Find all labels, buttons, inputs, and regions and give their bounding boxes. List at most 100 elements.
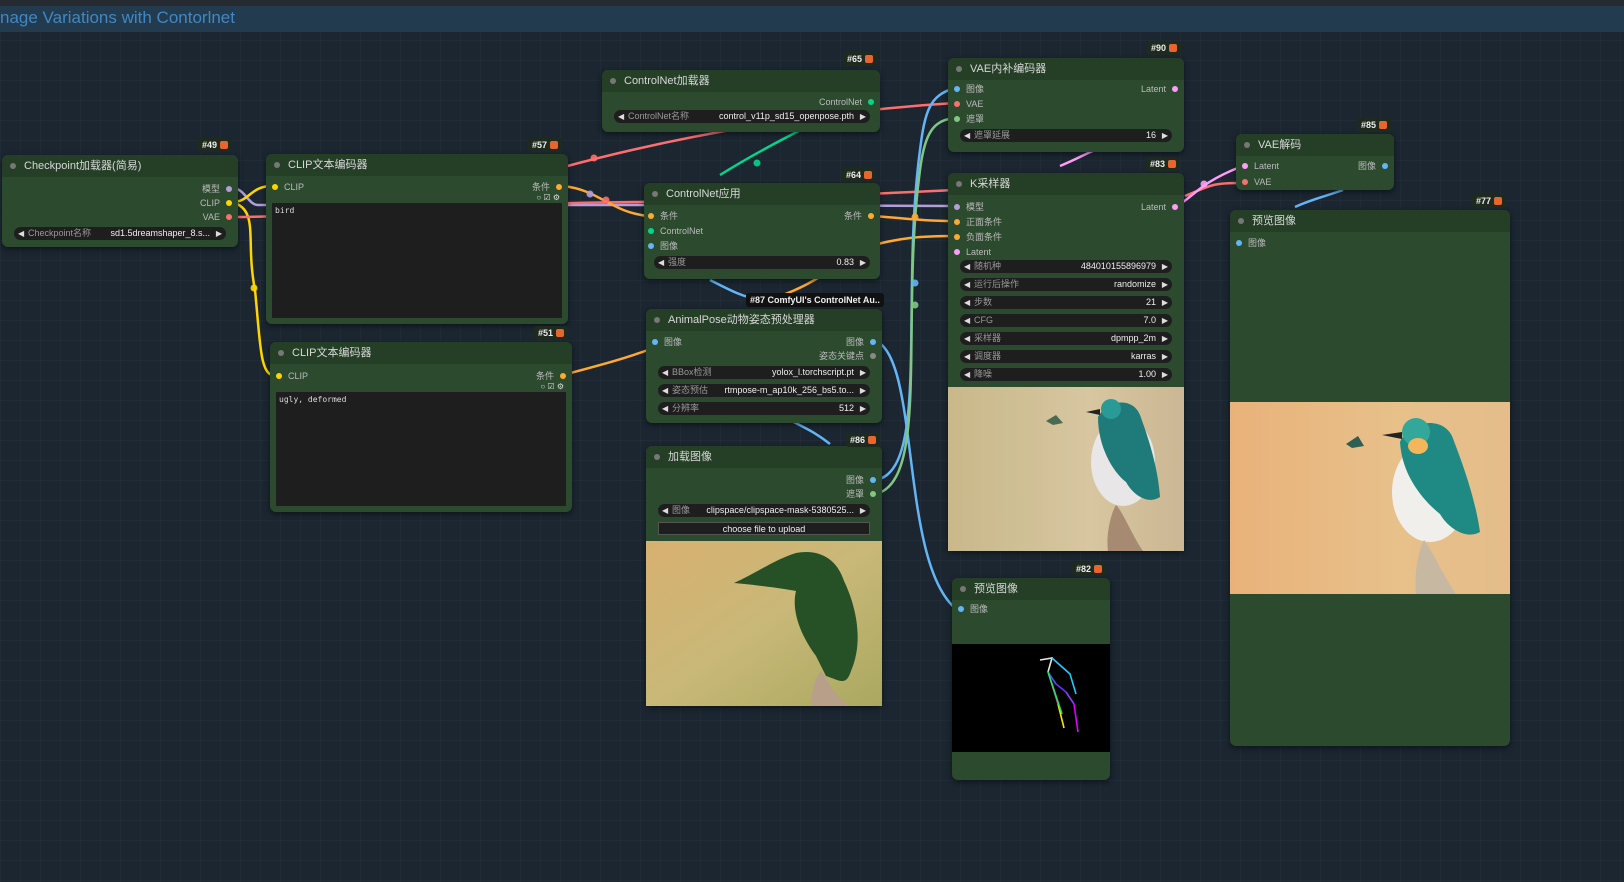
arrow-right-icon[interactable]: ▶ xyxy=(860,384,866,397)
collapse-dot-icon[interactable] xyxy=(10,163,16,169)
output-dot[interactable] xyxy=(1172,86,1178,92)
output-dot[interactable] xyxy=(226,186,232,192)
input-dot[interactable] xyxy=(1236,240,1242,246)
arrow-left-icon[interactable]: ◀ xyxy=(662,504,668,517)
load-image-node[interactable]: 加载图像 图像 遮罩 ◀ 图像 clipspace/clipspace-mask… xyxy=(646,446,882,706)
controlnet-name-combo[interactable]: ◀ ControlNet名称 control_v11p_sd15_openpos… xyxy=(614,110,870,123)
node-title[interactable]: K采样器 xyxy=(948,173,1184,195)
collapse-dot-icon[interactable] xyxy=(278,350,284,356)
arrow-right-icon[interactable]: ▶ xyxy=(1162,296,1168,309)
input-positive[interactable]: 正面条件 xyxy=(954,216,1002,228)
output-dot[interactable] xyxy=(560,373,566,379)
arrow-left-icon[interactable]: ◀ xyxy=(658,256,664,269)
output-dot[interactable] xyxy=(870,353,876,359)
checkpoint-loader-node[interactable]: Checkpoint加载器(简易) 模型 CLIP VAE ◀ Checkpoi… xyxy=(2,155,238,247)
output-clip[interactable]: CLIP xyxy=(200,197,232,209)
arrow-left-icon[interactable]: ◀ xyxy=(618,110,624,123)
output-conditioning[interactable]: 条件 xyxy=(844,210,874,222)
input-negative[interactable]: 负面条件 xyxy=(954,231,1002,243)
pose-preview-image[interactable] xyxy=(952,644,1110,752)
sampler-combo[interactable]: ◀ 采样器 dpmpp_2m ▶ xyxy=(960,332,1172,345)
input-image[interactable]: 图像 xyxy=(954,83,984,95)
output-conditioning[interactable]: 条件 xyxy=(536,370,566,382)
input-image[interactable]: 图像 xyxy=(652,336,682,348)
prompt-textarea[interactable]: bird xyxy=(272,203,562,318)
output-dot[interactable] xyxy=(870,491,876,497)
output-latent[interactable]: Latent xyxy=(1141,201,1178,213)
input-dot[interactable] xyxy=(648,213,654,219)
node-title[interactable]: CLIP文本编码器 xyxy=(270,342,572,364)
arrow-left-icon[interactable]: ◀ xyxy=(964,332,970,345)
arrow-left-icon[interactable]: ◀ xyxy=(662,384,668,397)
input-dot[interactable] xyxy=(954,101,960,107)
arrow-right-icon[interactable]: ▶ xyxy=(1162,368,1168,381)
output-dot[interactable] xyxy=(226,214,232,220)
node-title[interactable]: 预览图像 xyxy=(952,578,1110,600)
output-image[interactable]: 图像 xyxy=(846,474,876,486)
ksampler-preview-image[interactable] xyxy=(948,387,1184,551)
final-output-image[interactable] xyxy=(1230,402,1510,594)
arrow-left-icon[interactable]: ◀ xyxy=(964,368,970,381)
output-pose-keypoint[interactable]: 姿态关键点 xyxy=(819,350,876,362)
output-dot[interactable] xyxy=(1172,204,1178,210)
output-dot[interactable] xyxy=(556,184,562,190)
bbox-detector-combo[interactable]: ◀ BBox检测 yolox_l.torchscript.pt ▶ xyxy=(658,366,870,379)
steps-number[interactable]: ◀ 步数 21 ▶ xyxy=(960,296,1172,309)
pose-estimator-combo[interactable]: ◀ 姿态预估 rtmpose-m_ap10k_256_bs5.to... ▶ xyxy=(658,384,870,397)
masked-bird-image[interactable] xyxy=(646,541,882,706)
arrow-right-icon[interactable]: ▶ xyxy=(1162,260,1168,273)
arrow-right-icon[interactable]: ▶ xyxy=(216,227,222,240)
strength-slider[interactable]: ◀ 强度 0.83 ▶ xyxy=(654,256,870,269)
collapse-dot-icon[interactable] xyxy=(956,66,962,72)
output-model[interactable]: 模型 xyxy=(202,183,232,195)
preview-image-node-final[interactable]: 预览图像 图像 xyxy=(1230,210,1510,746)
ckpt-name-combo[interactable]: ◀ Checkpoint名称 sd1.5dreamshaper_8.s... ▶ xyxy=(14,227,226,240)
node-title[interactable]: AnimalPose动物姿态预处理器 xyxy=(646,309,882,331)
arrow-left-icon[interactable]: ◀ xyxy=(964,260,970,273)
input-conditioning[interactable]: 条件 xyxy=(648,210,678,222)
collapse-dot-icon[interactable] xyxy=(654,454,660,460)
collapse-dot-icon[interactable] xyxy=(960,586,966,592)
collapse-dot-icon[interactable] xyxy=(1238,218,1244,224)
arrow-left-icon[interactable]: ◀ xyxy=(18,227,24,240)
input-dot[interactable] xyxy=(648,228,654,234)
collapse-dot-icon[interactable] xyxy=(610,78,616,84)
output-conditioning[interactable]: 条件 xyxy=(532,181,562,193)
arrow-left-icon[interactable]: ◀ xyxy=(964,350,970,363)
seed-number[interactable]: ◀ 随机种 484010155896979 ▶ xyxy=(960,260,1172,273)
input-mask[interactable]: 遮罩 xyxy=(954,113,984,125)
input-dot[interactable] xyxy=(954,219,960,225)
arrow-right-icon[interactable]: ▶ xyxy=(1162,278,1168,291)
output-dot[interactable] xyxy=(870,477,876,483)
output-dot[interactable] xyxy=(1382,163,1388,169)
vae-decode-node[interactable]: VAE解码 Latent VAE 图像 xyxy=(1236,134,1394,190)
vae-inpaint-encoder-node[interactable]: VAE内补编码器 图像 VAE 遮罩 Latent ◀ 遮罩延展 16 ▶ xyxy=(948,58,1184,152)
node-title[interactable]: 加载图像 xyxy=(646,446,882,468)
output-dot[interactable] xyxy=(870,339,876,345)
prompt-textarea[interactable]: ugly, deformed xyxy=(276,392,566,506)
output-dot[interactable] xyxy=(868,213,874,219)
control-after-generate-combo[interactable]: ◀ 运行后操作 randomize ▶ xyxy=(960,278,1172,291)
preview-image-node-pose[interactable]: 预览图像 图像 xyxy=(952,578,1110,780)
output-mask[interactable]: 遮罩 xyxy=(846,488,876,500)
input-image[interactable]: 图像 xyxy=(958,603,988,615)
output-image[interactable]: 图像 xyxy=(846,336,876,348)
input-dot[interactable] xyxy=(954,234,960,240)
input-clip[interactable]: CLIP xyxy=(272,181,304,193)
input-latent[interactable]: Latent xyxy=(954,246,991,258)
scheduler-combo[interactable]: ◀ 调度器 karras ▶ xyxy=(960,350,1172,363)
image-file-combo[interactable]: ◀ 图像 clipspace/clipspace-mask-5380525...… xyxy=(658,504,870,517)
node-title[interactable]: VAE解码 xyxy=(1236,134,1394,156)
input-dot[interactable] xyxy=(652,339,658,345)
animalpose-preprocessor-node[interactable]: AnimalPose动物姿态预处理器 图像 图像 姿态关键点 ◀ BBox检测 … xyxy=(646,309,882,423)
input-dot[interactable] xyxy=(954,86,960,92)
output-latent[interactable]: Latent xyxy=(1141,83,1178,95)
input-image[interactable]: 图像 xyxy=(648,240,678,252)
output-image[interactable]: 图像 xyxy=(1358,160,1388,172)
node-title[interactable]: CLIP文本编码器 xyxy=(266,154,568,176)
input-dot[interactable] xyxy=(1242,179,1248,185)
input-dot[interactable] xyxy=(272,184,278,190)
controlnet-apply-node[interactable]: ControlNet应用 条件 ControlNet 图像 条件 ◀ 强度 0.… xyxy=(644,183,880,279)
grow-mask-number[interactable]: ◀ 遮罩延展 16 ▶ xyxy=(960,129,1172,142)
output-vae[interactable]: VAE xyxy=(203,211,232,223)
